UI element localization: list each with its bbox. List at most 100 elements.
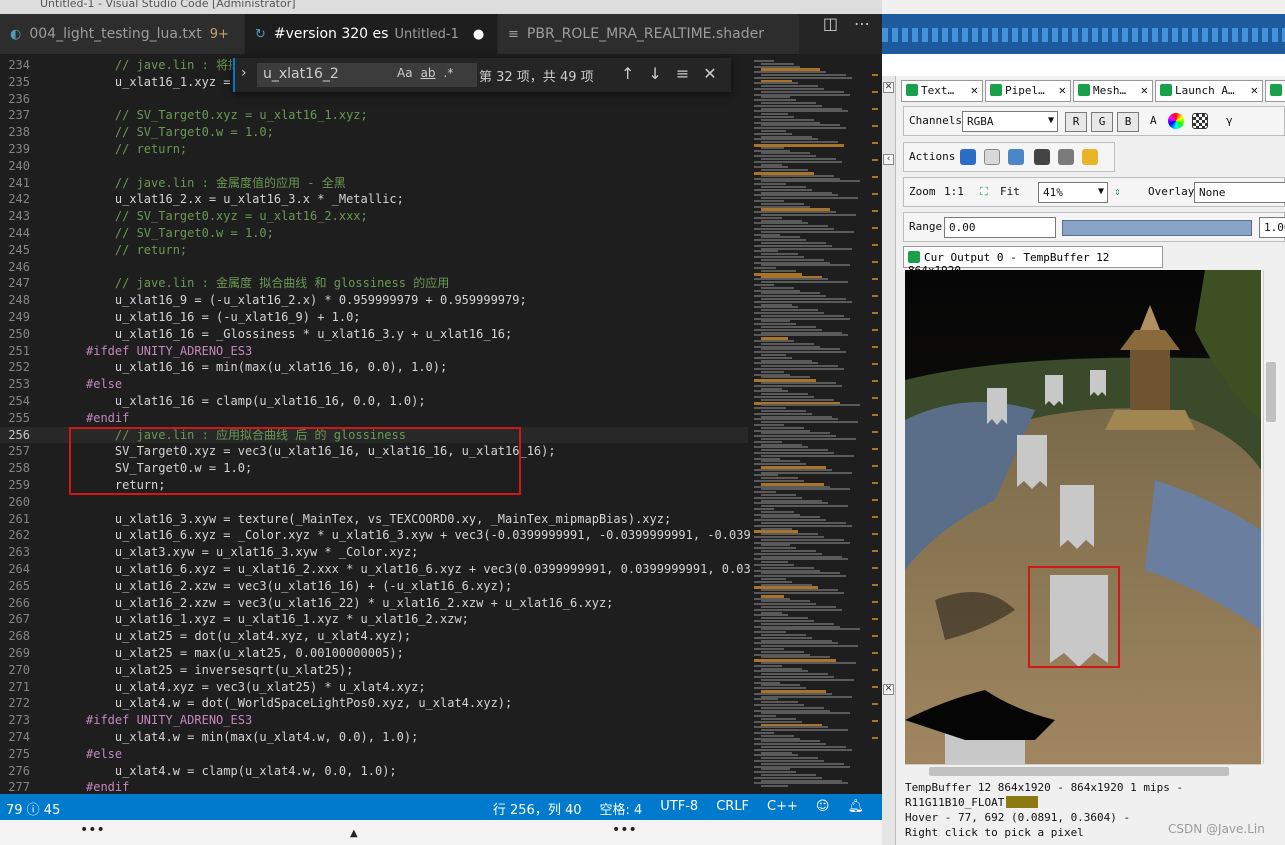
fit-icon[interactable]: ⛶ (980, 185, 988, 199)
close-find-icon[interactable]: ✕ (703, 64, 716, 83)
link-icon[interactable] (1058, 149, 1074, 165)
tab-shader-file[interactable]: ≡ PBR_ROLE_MRA_REALTIME.shader (498, 14, 800, 54)
next-match-icon[interactable]: ↓ (648, 64, 661, 83)
code-line[interactable]: 264 u_xlat16_6.xyz = u_xlat16_2.xxx * u_… (0, 561, 823, 578)
code-line[interactable]: 260 (0, 494, 748, 511)
editor-scrollbar[interactable] (868, 54, 882, 794)
tab-lua-file[interactable]: ◐ 004_light_testing_lua.txt 9+ (0, 14, 245, 54)
code-line[interactable]: 248 u_xlat16_9 = (-u_xlat16_2.x) * 0.959… (0, 292, 748, 309)
encoding[interactable]: UTF-8 (660, 799, 698, 818)
code-line[interactable]: 245 // return; (0, 242, 748, 259)
range-min-input[interactable]: 0.00 (944, 217, 1056, 238)
flip-icon[interactable]: ⇕ (1114, 185, 1121, 198)
collapse-icon[interactable]: ‹ (883, 154, 894, 165)
puzzle-icon[interactable] (1082, 149, 1098, 165)
viewport-hscrollbar[interactable] (905, 764, 1261, 778)
code-line[interactable]: 265 u_xlat16_2.xzw = vec3(u_xlat16_16) +… (0, 578, 748, 595)
close-tab-icon[interactable]: ✕ (1059, 83, 1066, 97)
match-case-toggle[interactable]: Aa (397, 66, 413, 80)
timeline-bar[interactable] (882, 14, 1285, 54)
code-line[interactable]: 255 #endif (0, 410, 748, 427)
tab-pipeline-state[interactable]: Pipel… ✕ (985, 80, 1071, 102)
code-line[interactable]: 242 u_xlat16_2.x = u_xlat16_3.x * _Metal… (0, 191, 748, 208)
code-line[interactable]: 247 // jave.lin : 金属度 拟合曲线 和 glossiness … (0, 275, 748, 292)
blue-channel-toggle[interactable]: B (1117, 112, 1139, 132)
code-line[interactable]: 276 u_xlat4.w = clamp(u_xlat4.w, 0.0, 1.… (0, 763, 748, 780)
tab-mesh-viewer[interactable]: Mesh… ✕ (1073, 80, 1153, 102)
code-line[interactable]: 250 u_xlat16_16 = _Glossiness * u_xlat16… (0, 326, 748, 343)
minimap[interactable] (750, 54, 868, 794)
code-line[interactable]: 251 #ifdef UNITY_ADRENO_ES3 (0, 343, 748, 360)
code-line[interactable]: 274 u_xlat4.w = min(max(u_xlat4.w, 0.0),… (0, 729, 748, 746)
code-line[interactable]: 240 (0, 158, 748, 175)
code-line[interactable]: 253 #else (0, 376, 748, 393)
alpha-channel-toggle[interactable]: A (1150, 114, 1157, 127)
code-line[interactable]: 273 #ifdef UNITY_ADRENO_ES3 (0, 712, 748, 729)
viewport-vscrollbar[interactable] (1263, 270, 1278, 764)
code-line[interactable]: 271 u_xlat4.xyz = vec3(u_xlat25) * u_xla… (0, 679, 748, 696)
texture-view-tab[interactable]: Cur Output 0 - TempBuffer 12 864x1920 (903, 246, 1163, 277)
cursor-position[interactable]: 行 256，列 40 (493, 799, 582, 818)
feedback-icon[interactable]: ☺ (816, 799, 830, 818)
range-max-input[interactable]: 1.00 (1259, 217, 1285, 238)
binoculars-icon[interactable] (1034, 149, 1050, 165)
more-actions-icon[interactable]: ⋯ (854, 14, 870, 33)
tab-overflow[interactable] (1265, 80, 1285, 102)
channels-select[interactable]: RGBA ▼ (962, 111, 1058, 132)
find-in-selection-icon[interactable]: ≡ (676, 64, 689, 83)
code-line[interactable]: 275 #else (0, 746, 748, 763)
code-line[interactable]: 241 // jave.lin : 金属度值的应用 - 全黑 (0, 175, 748, 192)
code-line[interactable]: 243 // SV_Target0.xyz = u_xlat16_2.xxx; (0, 208, 748, 225)
code-line[interactable]: 268 u_xlat25 = dot(u_xlat4.xyz, u_xlat4.… (0, 628, 748, 645)
close-tab-icon[interactable]: ✕ (971, 83, 978, 97)
code-line[interactable]: 254 u_xlat16_16 = clamp(u_xlat16_16, 0.0… (0, 393, 748, 410)
fit-button[interactable]: Fit (1000, 185, 1020, 198)
code-line[interactable]: 239 // return; (0, 141, 748, 158)
scroll-thumb[interactable] (929, 767, 1229, 776)
open-icon[interactable] (1008, 149, 1024, 165)
toggle-replace-icon[interactable]: › (241, 65, 247, 81)
code-line[interactable]: 236 (0, 91, 748, 108)
zoom-select[interactable]: 41% ▼ (1038, 182, 1108, 203)
close-tab-icon[interactable]: ✕ (1141, 83, 1148, 97)
tab-untitled-1[interactable]: ↻ #version 320 es Untitled-1 ● (245, 14, 498, 54)
overlay-select[interactable]: None (1194, 182, 1285, 203)
close-icon[interactable]: ✕ (883, 684, 894, 695)
previous-match-icon[interactable]: ↑ (621, 64, 634, 83)
whole-word-toggle[interactable]: ab (421, 66, 436, 80)
code-line[interactable]: 266 u_xlat16_2.xzw = vec3(u_xlat16_22) *… (0, 595, 748, 612)
scroll-thumb[interactable] (1266, 362, 1276, 422)
gamma-icon[interactable]: γ (1226, 114, 1233, 127)
code-line[interactable]: 269 u_xlat25 = max(u_xlat25, 0.001000000… (0, 645, 748, 662)
code-line[interactable]: 244 // SV_Target0.w = 1.0; (0, 225, 748, 242)
code-line[interactable]: 272 u_xlat4.w = dot(_WorldSpaceLightPos0… (0, 695, 748, 712)
language-mode[interactable]: C++ (767, 799, 798, 818)
indentation[interactable]: 空格: 4 (600, 799, 643, 818)
code-line[interactable]: 270 u_xlat25 = inversesqrt(u_xlat25); (0, 662, 748, 679)
close-icon[interactable]: ✕ (883, 82, 894, 93)
end-of-line[interactable]: CRLF (716, 799, 749, 818)
split-editor-icon[interactable]: ◫ (823, 14, 838, 33)
zoom-1to1-button[interactable]: 1:1 (944, 185, 964, 198)
save-icon[interactable] (960, 149, 976, 165)
texture-viewport[interactable] (905, 270, 1261, 764)
red-channel-toggle[interactable]: R (1065, 112, 1087, 132)
close-tab-icon[interactable]: ✕ (1251, 83, 1258, 97)
copy-icon[interactable] (984, 149, 1000, 165)
code-line[interactable]: 263 u_xlat3.xyw = u_xlat16_3.xyw * _Colo… (0, 544, 748, 561)
color-wheel-icon[interactable] (1168, 113, 1184, 129)
regex-toggle[interactable]: .* (444, 66, 454, 80)
problems-status[interactable]: 79 ⓘ 45 (6, 799, 60, 818)
code-line[interactable]: 261 u_xlat16_3.xyw = texture(_MainTex, v… (0, 511, 748, 528)
code-line[interactable]: 237 // SV_Target0.xyz = u_xlat16_1.xyz; (0, 107, 748, 124)
code-line[interactable]: 267 u_xlat16_1.xyz = u_xlat16_1.xyz * u_… (0, 611, 748, 628)
code-line[interactable]: 249 u_xlat16_16 = (-u_xlat16_9) + 1.0; (0, 309, 748, 326)
tab-launch-app[interactable]: Launch A… ✕ (1155, 80, 1263, 102)
green-channel-toggle[interactable]: G (1091, 112, 1113, 132)
code-line[interactable]: 262 u_xlat16_6.xyz = _Color.xyz * u_xlat… (0, 527, 815, 544)
notifications-icon[interactable]: 🔔︎ (847, 799, 864, 818)
checkerboard-icon[interactable] (1192, 113, 1208, 129)
unsaved-dot-icon[interactable]: ● (473, 27, 484, 42)
code-line[interactable]: 238 // SV_Target0.w = 1.0; (0, 124, 748, 141)
code-line[interactable]: 252 u_xlat16_16 = min(max(u_xlat16_16, 0… (0, 359, 748, 376)
